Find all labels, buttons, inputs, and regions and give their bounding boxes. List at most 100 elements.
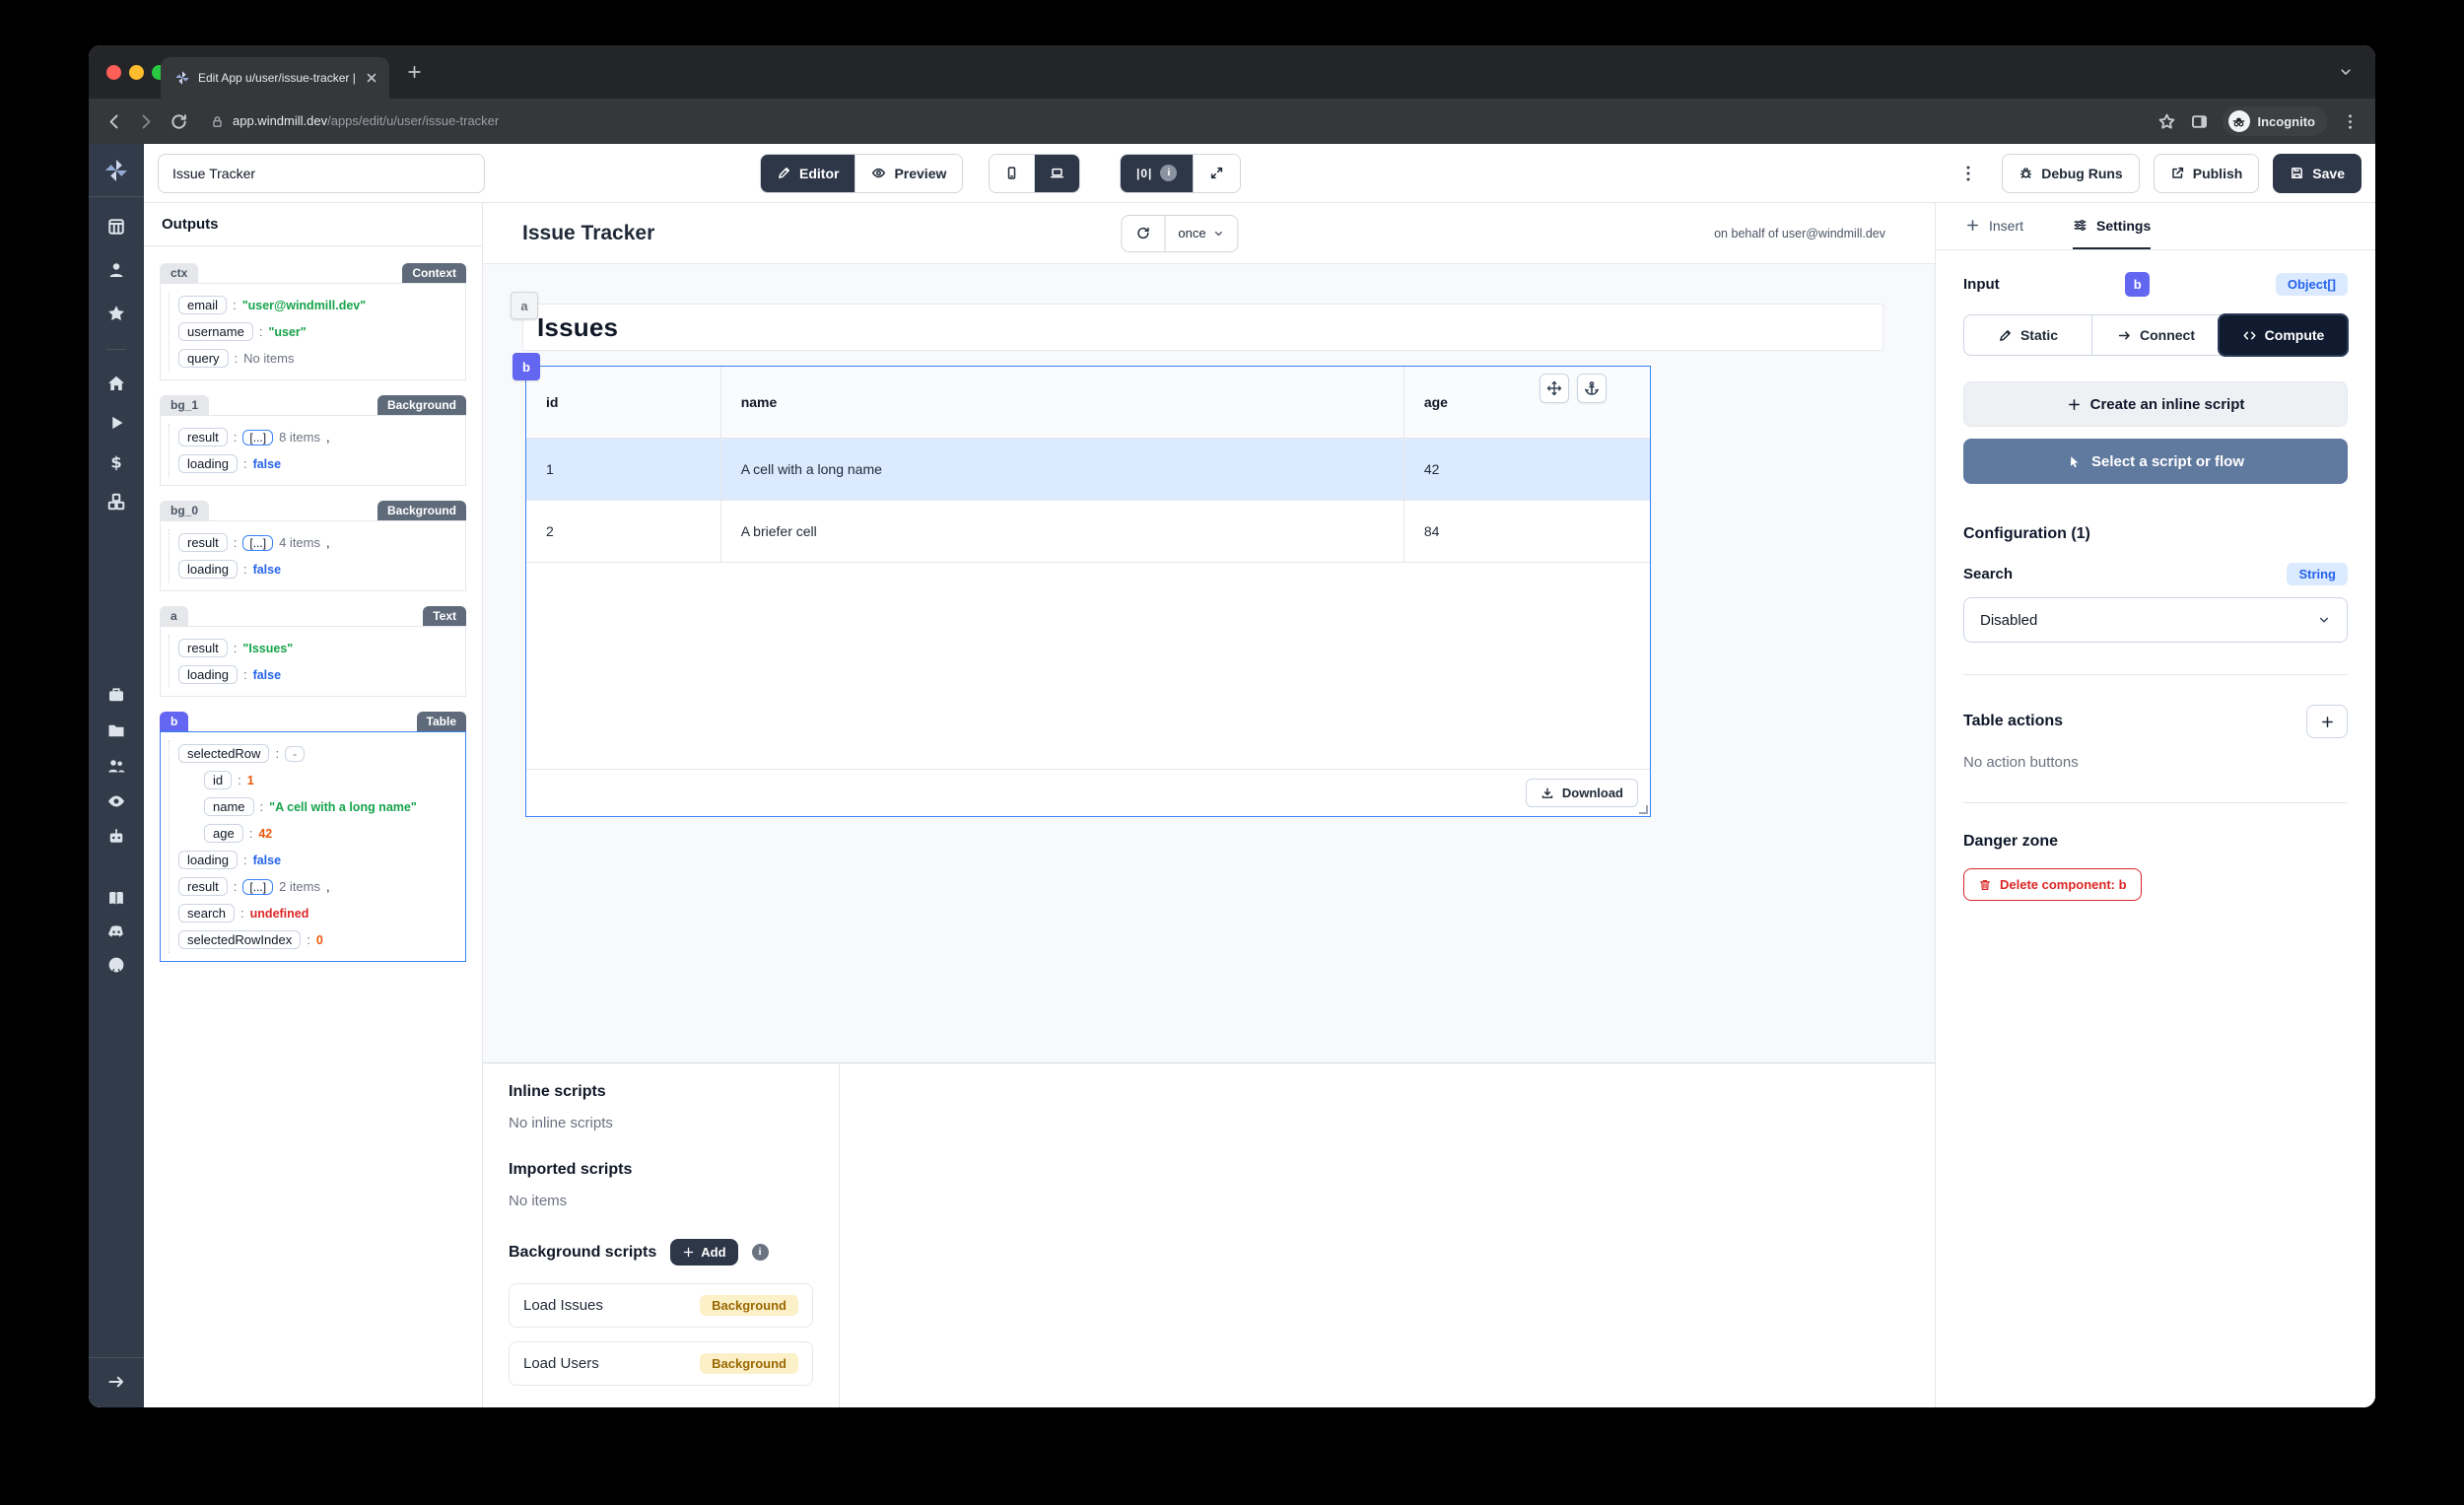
output-key[interactable]: result [178, 877, 228, 896]
background-script-card[interactable]: Load Users Background [509, 1341, 813, 1386]
component-id-tag[interactable]: ctx [160, 263, 199, 283]
output-key[interactable]: email [178, 296, 228, 314]
component-tag-b[interactable]: b [513, 353, 540, 380]
output-key[interactable]: loading [178, 665, 238, 684]
close-tab-icon[interactable] [364, 70, 379, 86]
publish-button[interactable]: Publish [2153, 153, 2260, 193]
tab-insert[interactable]: Insert [1965, 203, 2023, 249]
output-key[interactable]: result [178, 639, 228, 657]
github-icon[interactable] [106, 955, 126, 975]
table-row[interactable]: 1A cell with a long name 42 [526, 438, 1650, 501]
output-key[interactable]: id [204, 771, 233, 789]
output-key[interactable]: search [178, 904, 236, 923]
fullscreen-button[interactable] [1193, 154, 1241, 192]
windmill-logo[interactable] [89, 144, 144, 197]
folder-icon[interactable] [106, 720, 126, 740]
dollar-icon[interactable]: $ [106, 452, 126, 472]
eye-icon[interactable] [106, 791, 126, 811]
component-tag-a[interactable]: a [511, 292, 538, 319]
array-expand-pill[interactable]: [...] [242, 534, 274, 551]
select-script-button[interactable]: Select a script or flow [1963, 439, 2348, 484]
add-table-action-button[interactable] [2306, 705, 2348, 738]
background-script-card[interactable]: Load Issues Background [509, 1283, 813, 1328]
refresh-mode-dropdown[interactable]: once [1165, 216, 1237, 251]
anchor-component-button[interactable] [1577, 374, 1607, 403]
save-button[interactable]: Save [2273, 153, 2361, 193]
create-inline-script-button[interactable]: Create an inline script [1963, 381, 2348, 427]
tab-list-chevron-icon[interactable] [2338, 64, 2354, 80]
table-cell[interactable]: 2 [526, 500, 721, 563]
table-component[interactable]: b id name age 1A cell with a long name 42 2 A… [513, 353, 1651, 817]
table-header-cell[interactable]: age [1403, 367, 1650, 439]
back-icon[interactable] [104, 112, 123, 131]
table-cell[interactable]: 84 [1403, 500, 1650, 563]
app-canvas[interactable]: a Issues b id name age 1 A cell with a l… [483, 264, 1935, 1062]
add-background-script-button[interactable]: Add [670, 1239, 738, 1266]
preview-mode-button[interactable]: Preview [855, 154, 963, 192]
move-component-button[interactable] [1540, 374, 1569, 403]
expand-sidebar-icon[interactable] [106, 1372, 126, 1392]
discord-icon[interactable] [106, 922, 126, 941]
hide-bars-button[interactable]: |0| i [1121, 154, 1194, 192]
output-key[interactable]: loading [178, 454, 238, 473]
browser-menu-icon[interactable] [2341, 112, 2360, 131]
desktop-view-button[interactable] [1034, 154, 1079, 192]
output-key[interactable]: username [178, 322, 253, 341]
book-icon[interactable] [106, 888, 126, 908]
output-key[interactable]: age [204, 824, 243, 843]
table-cell[interactable]: A cell with a long name [720, 438, 1404, 501]
output-key[interactable]: query [178, 349, 229, 368]
output-key[interactable]: loading [178, 560, 238, 579]
output-key[interactable]: selectedRowIndex [178, 930, 302, 949]
output-key[interactable]: result [178, 533, 228, 552]
static-mode-button[interactable]: Static [1964, 315, 2091, 355]
close-window-button[interactable] [106, 64, 121, 80]
reload-icon[interactable] [170, 112, 188, 131]
new-tab-button[interactable] [406, 64, 423, 81]
home-icon[interactable] [106, 374, 126, 393]
table-header-cell[interactable]: id [526, 367, 721, 439]
array-expand-pill[interactable]: [...] [242, 878, 274, 895]
tab-settings[interactable]: Settings [2073, 203, 2152, 249]
output-key[interactable]: selectedRow [178, 744, 270, 763]
address-bar[interactable]: app.windmill.dev/apps/edit/u/user/issue-… [210, 112, 2144, 130]
download-button[interactable]: Download [1525, 779, 1638, 807]
editor-mode-button[interactable]: Editor [761, 154, 856, 192]
output-key[interactable]: result [178, 428, 228, 446]
component-id-tag[interactable]: a [160, 606, 188, 626]
table-row[interactable]: 2A briefer cell 84 [526, 500, 1650, 563]
debug-runs-button[interactable]: Debug Runs [2002, 153, 2140, 193]
compute-mode-button[interactable]: Compute [2218, 313, 2349, 357]
side-panel-icon[interactable] [2190, 112, 2209, 131]
briefcase-icon[interactable] [106, 685, 126, 705]
app-name-input[interactable] [158, 153, 485, 193]
component-id-tag[interactable]: bg_0 [160, 501, 210, 520]
table-cell[interactable]: 42 [1403, 438, 1650, 501]
app-grid-icon[interactable] [106, 217, 126, 237]
minimize-window-button[interactable] [129, 64, 144, 80]
array-expand-pill[interactable]: [...] [242, 429, 274, 445]
component-id-tag[interactable]: bg_1 [160, 395, 210, 415]
browser-tab[interactable]: Edit App u/user/issue-tracker | [161, 57, 389, 99]
output-key[interactable]: loading [178, 851, 238, 869]
table-cell[interactable]: A briefer cell [720, 500, 1404, 563]
refresh-button[interactable] [1122, 215, 1166, 251]
heading-component[interactable]: a Issues [511, 292, 1883, 351]
more-options-icon[interactable] [1958, 164, 1978, 183]
table-header-cell[interactable]: name [720, 367, 1404, 439]
users-icon[interactable] [106, 756, 126, 776]
resize-handle[interactable] [1639, 805, 1648, 814]
table-cell[interactable]: 1 [526, 438, 721, 501]
component-id-tag[interactable]: b [160, 712, 189, 731]
bookmark-star-icon[interactable] [2157, 112, 2176, 131]
connect-mode-button[interactable]: Connect [2091, 315, 2220, 355]
collapse-pill[interactable]: - [285, 745, 306, 762]
cubes-icon[interactable] [106, 492, 126, 512]
mobile-view-button[interactable] [990, 154, 1034, 192]
output-key[interactable]: name [204, 797, 254, 816]
star-icon[interactable] [106, 304, 126, 323]
delete-component-button[interactable]: Delete component: b [1963, 868, 2142, 901]
forward-icon[interactable] [137, 112, 156, 131]
search-mode-select[interactable]: Disabled [1963, 597, 2348, 643]
robot-icon[interactable] [106, 827, 126, 847]
